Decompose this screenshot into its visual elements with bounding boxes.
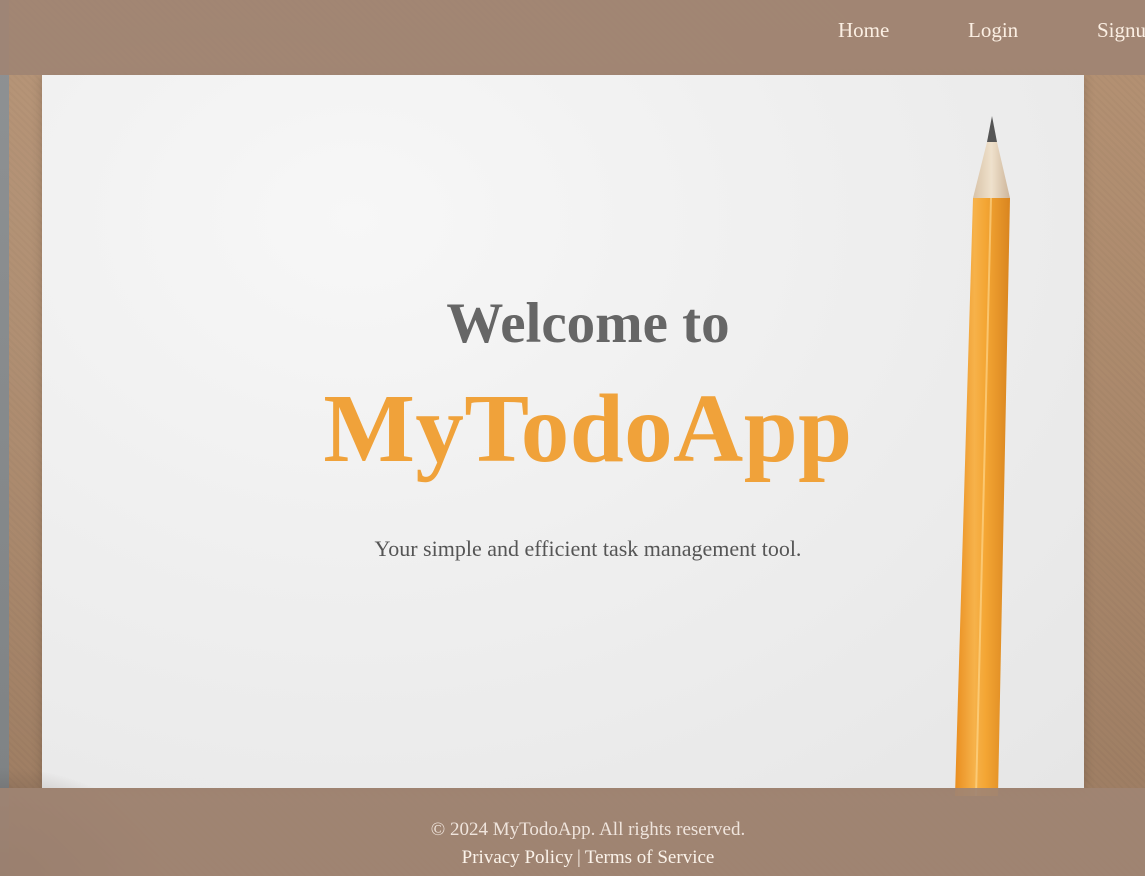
terms-of-service-link[interactable]: Terms of Service — [585, 847, 715, 868]
hero-tagline: Your simple and efficient task managemen… — [374, 536, 802, 561]
footer-links: Privacy Policy | Terms of Service — [0, 847, 1145, 869]
footer-separator: | — [577, 847, 581, 868]
footer-copyright: © 2024 MyTodoApp. All rights reserved. — [430, 819, 746, 840]
hero-app-title: MyTodoApp — [323, 375, 853, 482]
hero-welcome-text: Welcome to — [446, 292, 730, 355]
hero-section: Welcome to MyTodoApp Your simple and eff… — [0, 0, 1145, 876]
privacy-policy-link[interactable]: Privacy Policy — [462, 847, 573, 868]
